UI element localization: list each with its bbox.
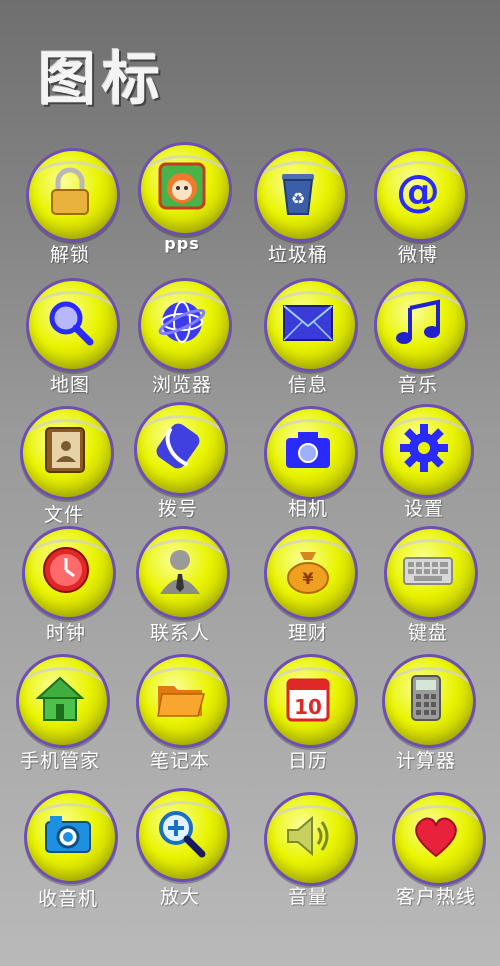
app-tile-unlock[interactable]: 解锁 bbox=[10, 148, 130, 278]
app-label: 放大 bbox=[159, 886, 200, 908]
app-label: 时钟 bbox=[45, 622, 86, 644]
calendar-day: 10 bbox=[294, 695, 322, 719]
app-tile-pps[interactable]: pps bbox=[122, 142, 242, 272]
app-label: 拨号 bbox=[157, 498, 198, 520]
app-tile-volume[interactable]: 音量 bbox=[248, 792, 368, 922]
app-tile-calendar[interactable]: 10 日历 bbox=[248, 654, 368, 784]
app-label: pps bbox=[164, 234, 200, 253]
app-label: 手机管家 bbox=[19, 750, 100, 772]
zoom-in-icon bbox=[154, 806, 206, 858]
at-sign-icon: @ bbox=[392, 166, 444, 218]
svg-text:♻: ♻ bbox=[291, 189, 305, 208]
phone-handset-icon bbox=[152, 420, 204, 472]
app-tile-contacts[interactable]: 联系人 bbox=[120, 526, 240, 656]
app-tile-calculator[interactable]: 计算器 bbox=[366, 654, 486, 784]
app-tile-dialer[interactable]: 拨号 bbox=[118, 402, 238, 532]
pps-app-icon bbox=[156, 160, 208, 212]
app-label: 信息 bbox=[287, 374, 328, 396]
camera-icon bbox=[282, 424, 334, 476]
app-tile-clock[interactable]: 时钟 bbox=[6, 526, 126, 656]
app-tile-camera[interactable]: 相机 bbox=[248, 406, 368, 536]
app-label: 音量 bbox=[287, 886, 328, 908]
app-label: 微博 bbox=[397, 244, 438, 266]
heart-icon bbox=[410, 810, 462, 862]
app-tile-keyboard[interactable]: 键盘 bbox=[368, 526, 488, 656]
app-label: 日历 bbox=[287, 750, 328, 772]
app-label: 相机 bbox=[287, 498, 328, 520]
padlock-icon bbox=[44, 166, 96, 218]
app-tile-finance[interactable]: ¥ 理财 bbox=[248, 526, 368, 656]
app-tile-phone-manager[interactable]: 手机管家 bbox=[0, 654, 120, 784]
app-tile-trash[interactable]: ♻ 垃圾桶 bbox=[238, 148, 358, 278]
money-bag-icon: ¥ bbox=[282, 544, 334, 596]
app-label: 客户热线 bbox=[395, 886, 476, 908]
envelope-icon bbox=[282, 296, 334, 348]
app-tile-hotline[interactable]: 客户热线 bbox=[376, 792, 496, 922]
app-label: 设置 bbox=[403, 498, 444, 520]
app-tile-messages[interactable]: 信息 bbox=[248, 278, 368, 408]
app-label: 计算器 bbox=[395, 750, 456, 772]
clock-icon bbox=[40, 544, 92, 596]
app-label: 笔记本 bbox=[149, 750, 210, 772]
app-label: 地图 bbox=[49, 374, 90, 396]
app-label: 文件 bbox=[43, 504, 84, 526]
speaker-icon bbox=[282, 810, 334, 862]
app-tile-map[interactable]: 地图 bbox=[10, 278, 130, 408]
recycle-bin-icon: ♻ bbox=[272, 166, 324, 218]
app-label: 理财 bbox=[287, 622, 328, 644]
globe-browser-icon bbox=[156, 296, 208, 348]
calendar-icon: 10 bbox=[282, 672, 334, 724]
contacts-book-icon bbox=[38, 424, 90, 476]
app-tile-weibo[interactable]: @ 微博 bbox=[358, 148, 478, 278]
folder-icon bbox=[154, 672, 206, 724]
app-label: 垃圾桶 bbox=[267, 244, 328, 266]
app-label: 收音机 bbox=[37, 888, 98, 910]
app-label: 音乐 bbox=[397, 374, 438, 396]
person-icon bbox=[154, 544, 206, 596]
app-tile-radio[interactable]: 收音机 bbox=[8, 790, 128, 920]
app-tile-settings[interactable]: 设置 bbox=[364, 404, 484, 534]
app-label: 解锁 bbox=[49, 244, 90, 266]
house-icon bbox=[34, 672, 86, 724]
icon-grid: 解锁 pps ♻ 垃圾桶 @ 微博 地图 浏览器 信息 音乐 文件 拨号 相机 … bbox=[0, 0, 500, 966]
app-tile-music[interactable]: 音乐 bbox=[358, 278, 478, 408]
map-magnifier-icon bbox=[44, 296, 96, 348]
app-tile-browser[interactable]: 浏览器 bbox=[122, 278, 242, 408]
calculator-icon bbox=[400, 672, 452, 724]
app-tile-files[interactable]: 文件 bbox=[4, 406, 124, 536]
gear-icon bbox=[398, 422, 450, 474]
app-tile-notebook[interactable]: 笔记本 bbox=[120, 654, 240, 784]
svg-text:@: @ bbox=[396, 166, 440, 217]
music-note-icon bbox=[392, 296, 444, 348]
app-label: 键盘 bbox=[407, 622, 448, 644]
app-label: 联系人 bbox=[149, 622, 210, 644]
keyboard-icon bbox=[402, 544, 454, 596]
app-label: 浏览器 bbox=[151, 374, 212, 396]
app-tile-zoom[interactable]: 放大 bbox=[120, 788, 240, 918]
radio-camera-icon bbox=[42, 808, 94, 860]
svg-text:¥: ¥ bbox=[302, 569, 313, 588]
